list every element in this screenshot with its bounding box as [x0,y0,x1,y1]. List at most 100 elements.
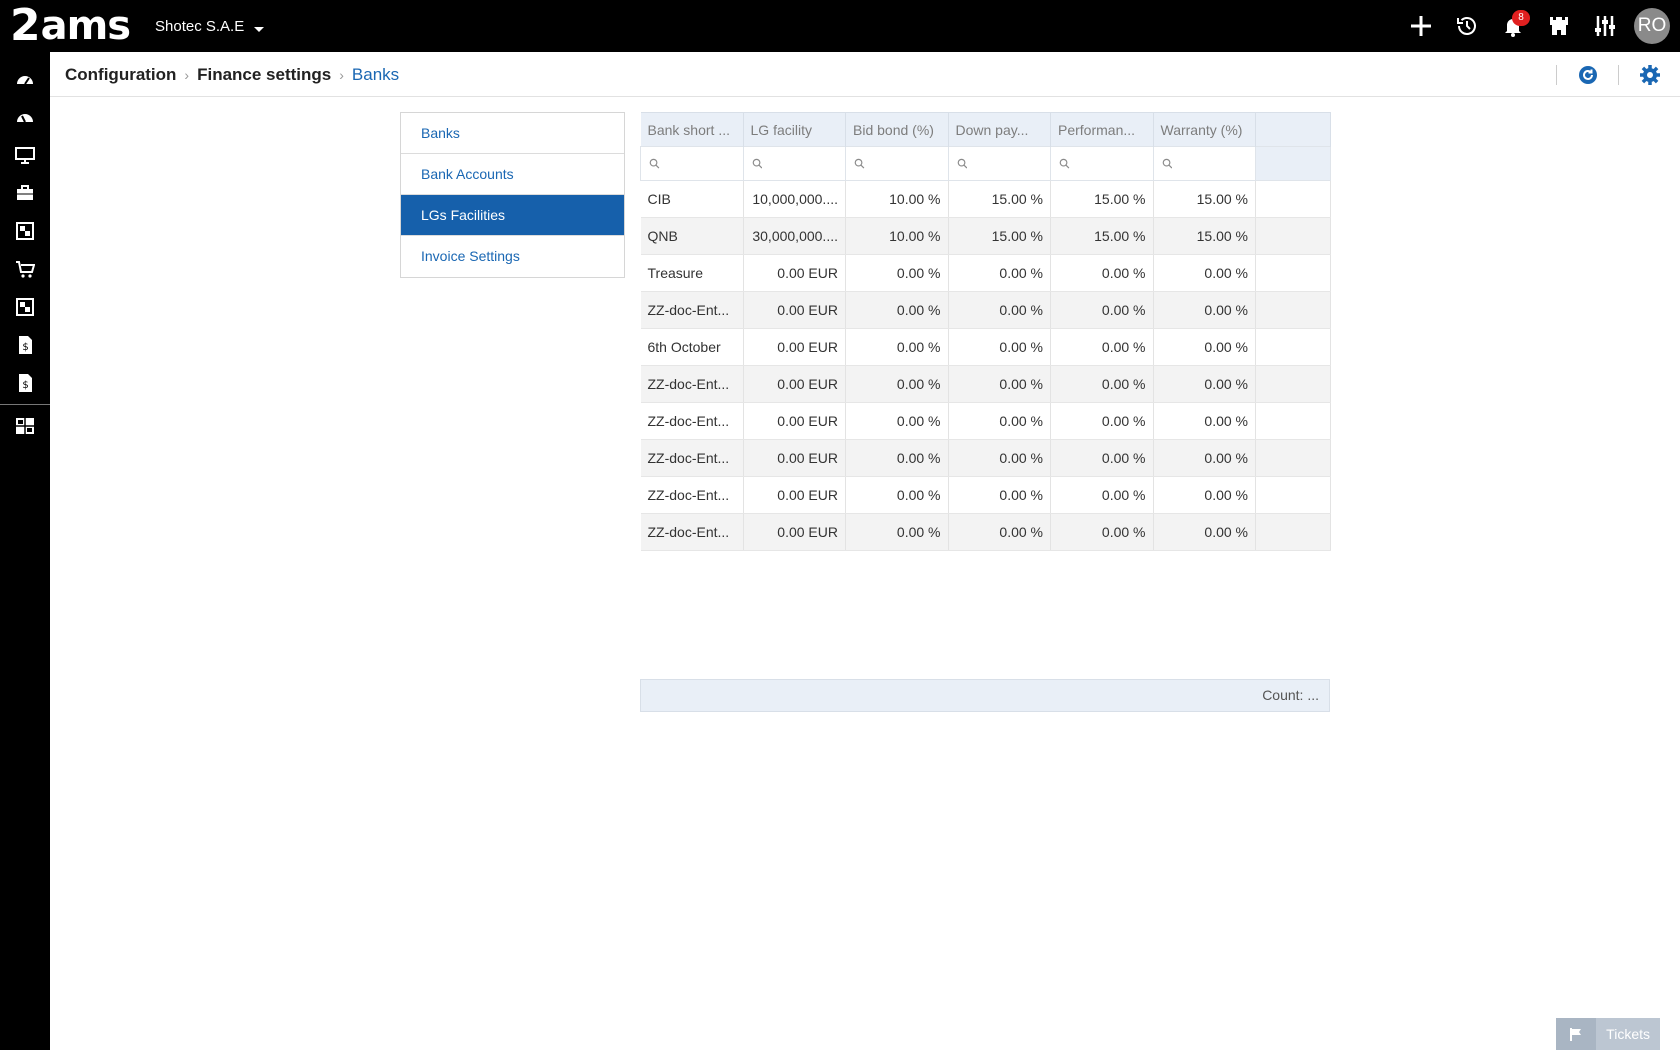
data-table: Bank short ... LG facility Bid bond (%) … [640,112,1331,551]
side-menu-bank-accounts[interactable]: Bank Accounts [401,154,624,195]
table-row[interactable]: ZZ-doc-Ent... 0.00 EUR 0.00 % 0.00 % 0.00 % 0… [640,365,1331,403]
side-menu-lgs-facilities[interactable]: LGs Facilities [401,195,624,236]
table-cell-actions [1255,476,1331,514]
breadcrumb-configuration[interactable]: Configuration [65,65,176,85]
table-row[interactable]: CIB 10,000,000.... 10.00 % 15.00 % 15.00 % 15… [640,180,1331,218]
table-cell-actions [1255,365,1331,403]
table-row[interactable]: ZZ-doc-Ent... 0.00 EUR 0.00 % 0.00 % 0.00 % 0… [640,291,1331,329]
top-bar: 2 ams Shotec S.A.E 8 RO [0,0,1680,52]
filter-row [640,146,1331,181]
search-icon [957,158,967,169]
svg-text:$: $ [22,380,28,391]
breadcrumb-actions [1556,52,1680,97]
filter-wrapper [957,148,1042,180]
table-cell: 0.00 % [845,476,949,514]
top-actions: 8 RO [1398,0,1680,52]
company-selector[interactable]: Shotec S.A.E [155,18,265,35]
table-cell: 0.00 % [845,402,949,440]
nav-invoice-2[interactable]: $ [0,364,50,402]
table-row[interactable]: ZZ-doc-Ent... 0.00 EUR 0.00 % 0.00 % 0.00 % 0… [640,476,1331,514]
table-cell: 0.00 % [1153,291,1256,329]
filter-cell-empty [1255,146,1331,181]
notifications-button[interactable]: 8 [1490,0,1536,52]
column-header-actions [1255,112,1331,147]
column-header-bid-bond[interactable]: Bid bond (%) [845,112,949,147]
table-cell: 0.00 % [1153,365,1256,403]
chevron-right-icon: › [339,66,344,83]
table-cell: 0.00 % [1050,439,1154,477]
column-filter-input[interactable] [766,156,837,171]
castle-button[interactable] [1536,0,1582,52]
table-row[interactable]: ZZ-doc-Ent... 0.00 EUR 0.00 % 0.00 % 0.00 % 0… [640,439,1331,477]
table-cell: 30,000,000.... [743,217,846,255]
monitor-icon [15,147,35,164]
breadcrumb-finance-settings[interactable]: Finance settings [197,65,331,85]
table-cell: 10.00 % [845,217,949,255]
column-header-warranty[interactable]: Warranty (%) [1153,112,1256,147]
column-filter-input[interactable] [663,156,735,171]
column-header-bank-short-name[interactable]: Bank short ... [640,112,744,147]
table-cell: 0.00 EUR [743,328,846,366]
nav-invoice-1[interactable]: $ [0,326,50,364]
grid-footer-count: Count: ... [640,679,1330,712]
report-icon [16,418,34,434]
history-icon [1457,17,1476,35]
side-menu-banks[interactable]: Banks [401,113,624,154]
filter-cell [1050,146,1154,181]
nav-briefcase[interactable] [0,174,50,212]
table-cell: 0.00 EUR [743,402,846,440]
add-button[interactable] [1398,0,1444,52]
dashboard-icon [17,114,33,123]
settings-side-menu: Banks Bank Accounts LGs Facilities Invoi… [400,112,625,278]
nav-divider [0,404,50,405]
table-cell: 0.00 % [948,291,1051,329]
flag-icon-svg [1570,1028,1582,1041]
column-filter-input[interactable] [1176,156,1247,171]
nav-modules-2[interactable] [0,288,50,326]
table-cell: QNB [640,217,744,255]
nav-reports[interactable] [0,407,50,445]
table-row[interactable]: ZZ-doc-Ent... 0.00 EUR 0.00 % 0.00 % 0.00 % 0… [640,513,1331,551]
nav-modules-1[interactable] [0,212,50,250]
tickets-button[interactable]: Tickets [1556,1018,1660,1050]
refresh-button[interactable] [1557,52,1618,97]
table-cell: 10.00 % [845,180,949,218]
history-button[interactable] [1444,0,1490,52]
table-cell: 0.00 EUR [743,476,846,514]
filter-wrapper [854,148,940,180]
column-header-lg-facility[interactable]: LG facility [743,112,846,147]
app-logo[interactable]: 2 ams [10,4,131,49]
side-menu-invoice-settings[interactable]: Invoice Settings [401,236,624,277]
tickets-label: Tickets [1596,1018,1660,1050]
filter-cell [845,146,949,181]
column-filter-input[interactable] [971,156,1042,171]
table-cell: 0.00 % [948,439,1051,477]
column-header-performance[interactable]: Performan... [1050,112,1154,147]
table-row[interactable]: 6th October 0.00 EUR 0.00 % 0.00 % 0.00 % 0.0… [640,328,1331,366]
avatar[interactable]: RO [1634,8,1670,44]
table-cell: ZZ-doc-Ent... [640,476,744,514]
table-cell: 0.00 % [845,365,949,403]
nav-dashboard-2[interactable] [0,98,50,136]
table-cell: ZZ-doc-Ent... [640,439,744,477]
table-cell: ZZ-doc-Ent... [640,513,744,551]
column-filter-input[interactable] [1073,156,1145,171]
column-filter-input[interactable] [868,156,940,171]
table-cell: 0.00 % [1050,328,1154,366]
table-cell: 0.00 % [1050,513,1154,551]
table-cell: 0.00 % [1153,328,1256,366]
page-settings-button[interactable] [1619,52,1680,97]
nav-monitor[interactable] [0,136,50,174]
nav-dashboard-1[interactable] [0,60,50,98]
nav-cart[interactable] [0,250,50,288]
table-row[interactable]: ZZ-doc-Ent... 0.00 EUR 0.00 % 0.00 % 0.00 % 0… [640,402,1331,440]
settings-sliders-button[interactable] [1582,0,1628,52]
table-row[interactable]: Treasure 0.00 EUR 0.00 % 0.00 % 0.00 % 0.00 % [640,254,1331,292]
column-header-down-payment[interactable]: Down pay... [948,112,1051,147]
table-row[interactable]: QNB 30,000,000.... 10.00 % 15.00 % 15.00 % 15… [640,217,1331,255]
lg-facilities-grid: Bank short ... LG facility Bid bond (%) … [640,112,1331,712]
table-cell: 0.00 % [1050,365,1154,403]
search-icon [1162,158,1172,169]
breadcrumb-bar: Configuration › Finance settings › Banks [50,52,1680,97]
gear-icon [1639,64,1660,85]
